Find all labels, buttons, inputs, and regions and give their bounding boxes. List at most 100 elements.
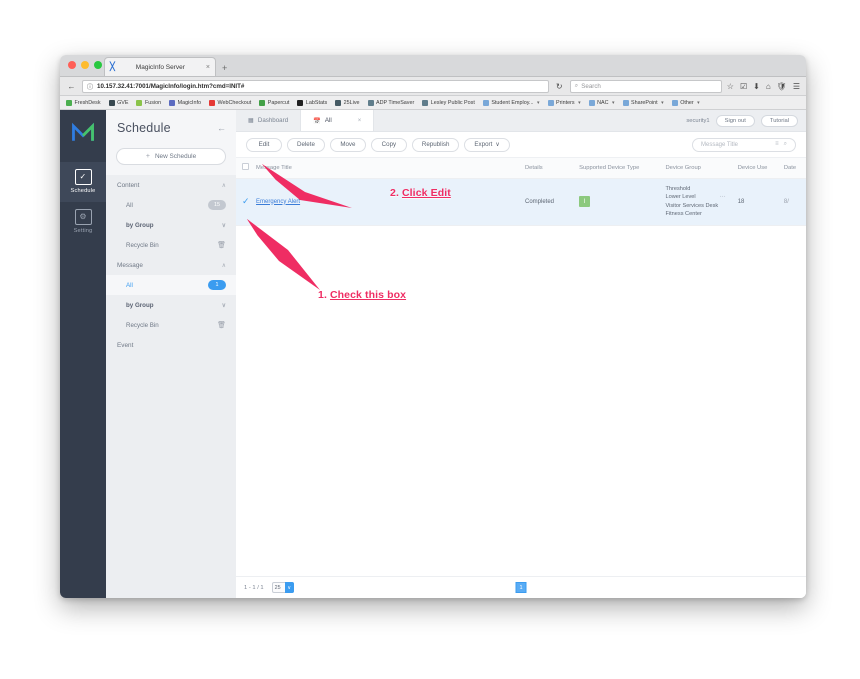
more-icon[interactable]: ··· xyxy=(720,193,726,202)
bookmark-item[interactable]: SharePoint ▾ xyxy=(622,99,664,106)
close-icon[interactable]: × xyxy=(358,118,362,124)
back-icon[interactable]: ← xyxy=(66,82,77,91)
sidebar-group-message[interactable]: Message ∧ xyxy=(106,255,236,275)
search-placeholder: Message Title xyxy=(701,141,739,148)
site-info-icon[interactable]: ⓘ xyxy=(87,82,93,91)
sidebar-item-recycle-bin[interactable]: Recycle Bin 🗑 xyxy=(106,315,236,335)
bookmark-item[interactable]: Printers ▾ xyxy=(547,99,581,106)
new-tab-button[interactable]: + xyxy=(222,63,227,76)
trash-icon[interactable]: 🗑 xyxy=(217,321,226,329)
republish-button[interactable]: Republish xyxy=(411,137,460,152)
folder-icon xyxy=(547,99,554,106)
menu-icon[interactable]: ☰ xyxy=(793,82,800,91)
row-checkbox-cell[interactable]: ✓ xyxy=(236,178,251,226)
tutorial-button[interactable]: Tutorial xyxy=(760,114,798,127)
reload-icon[interactable]: ↻ xyxy=(554,82,565,91)
bookmark-item[interactable]: NAC ▾ xyxy=(588,99,615,106)
chevron-down-icon[interactable]: ∨ xyxy=(222,302,226,309)
column-device-use[interactable]: Device Use xyxy=(731,158,778,179)
star-icon[interactable]: ☆ xyxy=(727,82,734,91)
bookmark-item[interactable]: Fusion xyxy=(136,99,161,106)
browser-search-input[interactable]: ⌕ Search xyxy=(569,79,722,93)
close-window-button[interactable] xyxy=(68,61,76,69)
sidebar-item-label: All xyxy=(126,201,133,209)
copy-button[interactable]: Copy xyxy=(370,137,407,152)
bookmark-item[interactable]: GVE xyxy=(108,99,128,106)
bookmark-item[interactable]: 25Live xyxy=(335,99,360,106)
chevron-down-icon[interactable]: ∨ xyxy=(222,222,226,229)
column-device-group[interactable]: Device Group xyxy=(659,158,732,179)
chevron-up-icon[interactable]: ∧ xyxy=(222,182,226,189)
message-title-link[interactable]: Emergency Alert xyxy=(256,199,300,205)
window-controls[interactable] xyxy=(68,61,102,69)
address-bar[interactable]: ⓘ 10.157.32.41:7001/MagicInfo/login.htm?… xyxy=(82,79,549,93)
delete-button[interactable]: Delete xyxy=(287,137,325,152)
sidebar-item-all[interactable]: All 15 xyxy=(106,195,236,215)
bookmark-label: Papercut xyxy=(267,99,290,106)
column-details[interactable]: Details xyxy=(518,158,574,179)
bookmark-item[interactable]: Papercut xyxy=(259,99,290,106)
export-button[interactable]: Export ∨ xyxy=(464,137,510,152)
tab-dashboard[interactable]: ▦ Dashboard xyxy=(236,110,302,131)
tab-all[interactable]: 📅 All × xyxy=(301,110,375,131)
close-icon[interactable]: × xyxy=(206,64,210,71)
bookmark-item[interactable]: ADP TimeSaver xyxy=(367,99,414,106)
minimize-window-button[interactable] xyxy=(81,61,89,69)
grid-icon: ▦ xyxy=(248,117,254,124)
table-row[interactable]: ✓ Emergency Alert Completed I Threshold Lower… xyxy=(236,178,806,226)
bookmark-item[interactable]: Lesley Public Post xyxy=(422,99,475,106)
collapse-sidebar-icon[interactable]: ← xyxy=(217,123,226,133)
home-icon[interactable]: ⌂ xyxy=(766,82,771,91)
column-date[interactable]: Date xyxy=(777,158,806,179)
bookmark-item[interactable]: Other ▾ xyxy=(671,99,700,106)
filter-icon[interactable]: ≡ xyxy=(775,141,779,148)
bookmark-label: SharePoint xyxy=(631,99,658,106)
schedule-sidebar: Schedule ← + New Schedule Content ∧ All 15 b… xyxy=(106,110,236,598)
row-checkbox[interactable]: ✓ xyxy=(242,196,250,206)
edit-button[interactable]: Edit xyxy=(246,137,282,152)
search-input[interactable]: Message Title ≡ ⌕ xyxy=(692,137,796,152)
sidebar-group-content[interactable]: Content ∧ xyxy=(106,175,236,195)
trash-icon[interactable]: 🗑 xyxy=(217,241,226,249)
sidebar-item-label: All xyxy=(126,281,133,289)
action-toolbar: Edit Delete Move Copy Republish Export ∨… xyxy=(236,132,806,158)
sidebar-item-setting[interactable]: ⚙ Setting xyxy=(60,202,106,242)
sidebar-group-event[interactable]: Event xyxy=(106,335,236,355)
pocket-icon[interactable]: ☑ xyxy=(740,82,747,91)
maximize-window-button[interactable] xyxy=(94,61,102,69)
bookmark-label: FreshDesk xyxy=(74,99,101,106)
folder-icon xyxy=(482,99,489,106)
browser-tab[interactable]: ╳ MagicInfo Server × xyxy=(104,57,216,76)
bookmark-item[interactable]: WebCheckout xyxy=(209,99,251,106)
page-number-button[interactable]: 1 xyxy=(515,582,527,593)
download-icon[interactable]: ⬇ xyxy=(753,82,760,91)
sidebar-item-by-group[interactable]: by Group ∨ xyxy=(106,215,236,235)
chevron-down-icon: ▾ xyxy=(536,99,540,106)
new-schedule-label: New Schedule xyxy=(154,153,197,160)
new-schedule-button[interactable]: + New Schedule xyxy=(116,148,226,165)
page-size-select[interactable]: 25 ∨ xyxy=(271,582,294,593)
search-icon[interactable]: ⌕ xyxy=(784,141,787,148)
bookmark-item[interactable]: LabStats xyxy=(297,99,327,106)
checkbox-icon[interactable] xyxy=(242,163,249,171)
sidebar-item-schedule[interactable]: ✓ Schedule xyxy=(60,162,106,202)
favicon-icon xyxy=(108,99,115,106)
folder-icon xyxy=(622,99,629,106)
favicon-icon xyxy=(367,99,374,106)
bookmark-item[interactable]: FreshDesk xyxy=(66,99,101,106)
move-button[interactable]: Move xyxy=(329,137,366,152)
message-table: Message Title Details Supported Device T… xyxy=(236,158,806,226)
sidebar-item-by-group[interactable]: by Group ∨ xyxy=(106,295,236,315)
select-all-header[interactable] xyxy=(236,158,251,179)
page-title: Schedule xyxy=(117,121,171,135)
bookmark-item[interactable]: MagicInfo xyxy=(169,99,201,106)
sidebar-item-recycle-bin[interactable]: Recycle Bin 🗑 xyxy=(106,235,236,255)
column-supported-device-type[interactable]: Supported Device Type xyxy=(573,158,660,179)
column-message-title[interactable]: Message Title xyxy=(250,158,519,179)
sign-out-button[interactable]: Sign out xyxy=(715,114,755,127)
shield-icon[interactable]: 🛡 xyxy=(777,82,787,91)
bookmark-item[interactable]: Student Employ... ▾ xyxy=(482,99,540,106)
sidebar-item-all[interactable]: All 1 xyxy=(106,275,236,295)
cell-details: Completed xyxy=(518,178,574,226)
chevron-up-icon[interactable]: ∧ xyxy=(222,262,226,269)
